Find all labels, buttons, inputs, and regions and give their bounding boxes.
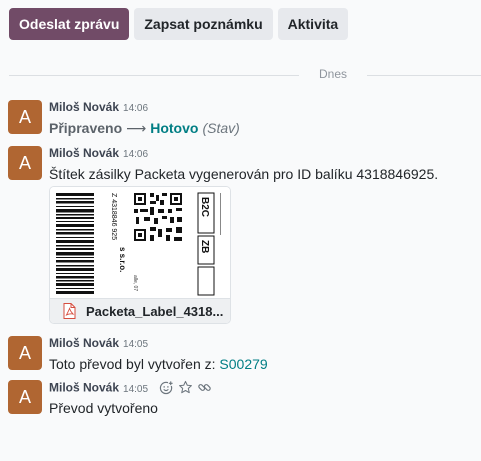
separator-label: Dnes [309, 67, 357, 81]
author-name[interactable]: Miloš Novák [49, 381, 119, 395]
author-avatar[interactable]: A [8, 380, 42, 414]
attachment-card[interactable]: Z 4318846 925 s s.r.o. alle, 07 B2C ZB P… [49, 186, 231, 324]
separator-line-right [367, 75, 481, 76]
arrow-right-icon: ⟶ [126, 120, 147, 136]
message-text: Štítek zásilky Packeta vygenerován pro I… [49, 166, 439, 182]
message-header: Miloš Novák 14:06 [49, 146, 148, 162]
message-header: Miloš Novák 14:05 [49, 380, 212, 397]
date-separator: Dnes [9, 67, 481, 81]
author-name[interactable]: Miloš Novák [49, 100, 119, 114]
add-reaction-icon[interactable] [159, 380, 174, 395]
author-avatar[interactable]: A [8, 336, 42, 370]
shipping-label-thumbnail: Z 4318846 925 s s.r.o. alle, 07 B2C ZB [50, 187, 230, 298]
author-avatar[interactable]: A [8, 100, 42, 134]
message-time: 14:05 [123, 339, 149, 350]
message-time: 14:05 [123, 383, 149, 395]
message-item: A Miloš Novák 14:06 Štítek zásilky Packet… [8, 146, 478, 328]
message-header: Miloš Novák 14:05 [49, 336, 148, 352]
message-text: Toto převod byl vytvořen z: S00279 [49, 356, 268, 372]
author-name[interactable]: Miloš Novák [49, 146, 119, 160]
chatter-toolbar: Odeslat zprávu Zapsat poznámku Aktivita [9, 8, 349, 40]
message-time: 14:06 [123, 103, 149, 114]
label-small-text: alle, 07 [132, 275, 138, 291]
tracking-new-value: Hotovo [150, 120, 199, 136]
attachment-name[interactable]: Packeta_Label_4318... [86, 304, 230, 319]
message-actions [159, 380, 212, 395]
label-route-code: B2C [199, 197, 210, 217]
link-icon[interactable] [197, 380, 212, 395]
message-item: A Miloš Novák 14:05 Toto převod byl vytvo… [8, 336, 478, 376]
message-item: A Miloš Novák 14:05 Převod vytvořeno [8, 380, 478, 420]
activity-button[interactable]: Aktivita [277, 8, 349, 40]
label-company-text: s s.r.o. [118, 247, 127, 272]
message-header: Miloš Novák 14:06 [49, 100, 148, 116]
log-note-button[interactable]: Zapsat poznámku [134, 8, 273, 40]
message-text-prefix: Toto převod byl vytvořen z: [49, 356, 220, 372]
message-item: A Miloš Novák 14:06 Připraveno ⟶ Hotovo (Sta… [8, 100, 478, 140]
pdf-file-icon [63, 303, 76, 319]
author-avatar[interactable]: A [8, 146, 42, 180]
tracking-old-value: Připraveno [49, 120, 123, 136]
label-country-code: ZB [199, 240, 210, 253]
origin-document-link[interactable]: S00279 [219, 356, 267, 372]
tracking-value: Připraveno ⟶ Hotovo (Stav) [49, 120, 240, 137]
message-time: 14:06 [123, 149, 149, 160]
attachment-footer[interactable]: Packeta_Label_4318... [50, 298, 230, 323]
author-name[interactable]: Miloš Novák [49, 336, 119, 350]
star-icon[interactable] [178, 380, 193, 395]
tracking-field-name: (Stav) [202, 120, 240, 136]
message-text: Převod vytvořeno [49, 400, 158, 416]
label-code-text: Z 4318846 925 [110, 193, 117, 240]
separator-line-left [9, 75, 299, 76]
send-message-button[interactable]: Odeslat zprávu [9, 8, 130, 40]
attachment-preview[interactable]: Z 4318846 925 s s.r.o. alle, 07 B2C ZB [50, 187, 230, 298]
